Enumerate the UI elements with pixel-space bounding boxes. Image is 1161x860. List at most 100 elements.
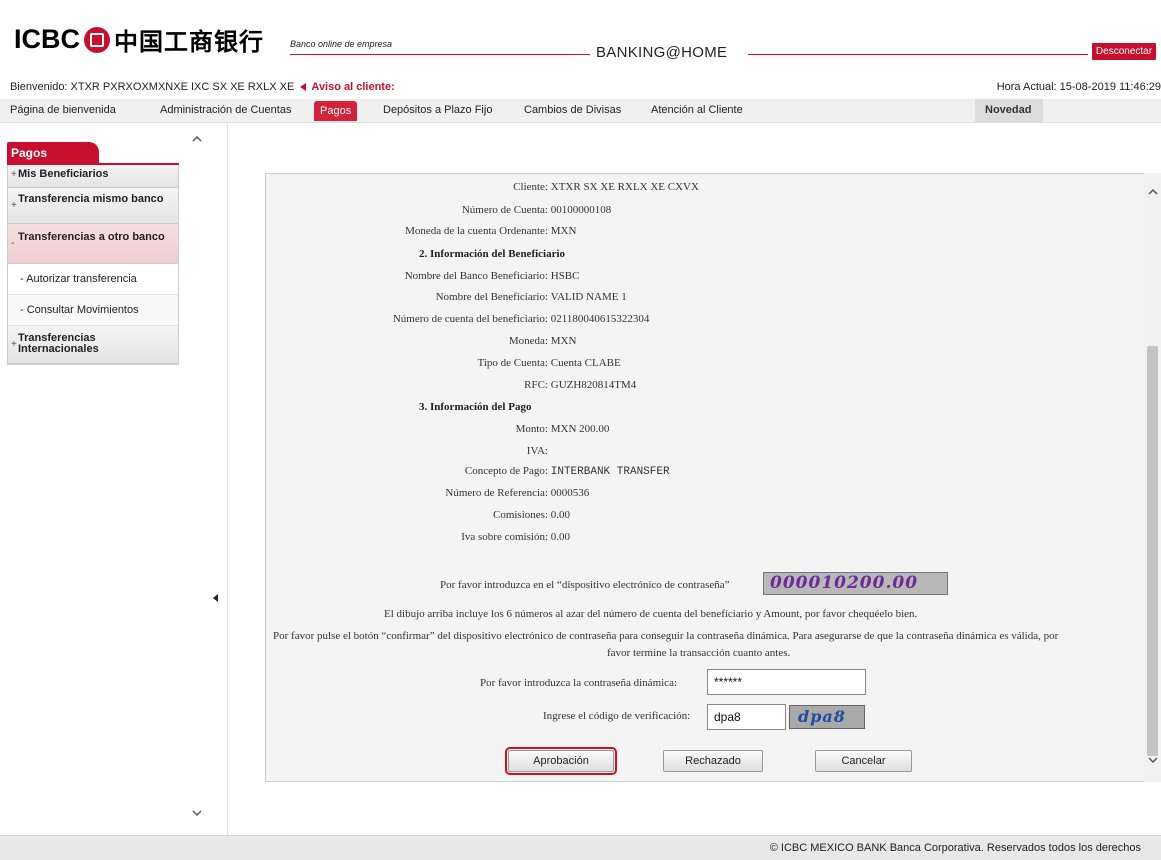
notice-link[interactable]: Aviso al cliente: (311, 81, 394, 93)
field-iva-commission: Iva sobre comisión: 0.00 (280, 531, 570, 543)
welcome-text: Bienvenido: XTXR PXRXOXMXNXE IXC SX XE R… (10, 81, 295, 93)
field-value: MXN 200.00 (550, 423, 610, 435)
field-rfc: RFC: GUZH820814TM4 (280, 379, 636, 391)
field-client: Cliente: XTXR SX XE RXLX XE CXVX (280, 181, 699, 193)
sidebar-menu: + Mis Beneficiarios + Transferencia mism… (7, 165, 179, 365)
sidebar-title: Pagos (7, 142, 99, 163)
nav-item-pagos[interactable]: Pagos (314, 101, 358, 121)
footer: © ICBC MEXICO BANK Banca Corporativa. Re… (0, 835, 1161, 860)
nav-item-welcome[interactable]: Página de bienvenida (10, 104, 116, 116)
field-value: HSBC (550, 270, 580, 282)
field-value: VALID NAME 1 (550, 291, 627, 303)
app-window: { "header": { "logo_text": "ICBC", "logo… (0, 0, 1161, 860)
field-label: Cliente: (513, 181, 548, 193)
sidebar-subitem-movements[interactable]: - Consultar Movimientos (8, 295, 178, 326)
field-label: IVA: (526, 445, 548, 457)
field-iva: IVA: (280, 445, 548, 457)
sidebar-subitem-label: Autorizar transferencia (26, 273, 137, 285)
field-label: Número de Referencia: (445, 487, 548, 499)
sidebar-item-same-bank[interactable]: + Transferencia mismo banco (8, 188, 178, 224)
field-beneficiary-account: Número de cuenta del beneficiario: 02118… (280, 313, 650, 325)
note-finish-soon: favor termine la transacción cuanto ante… (607, 647, 791, 659)
verification-code-label: Ingrese el código de verificación: (543, 710, 691, 722)
device-prompt: Por favor introduzca en el “dispositivo … (440, 579, 730, 591)
device-code-image: 000010200.00 (763, 572, 948, 595)
reject-button[interactable]: Rechazado (663, 750, 763, 772)
field-currency: Moneda de la cuenta Ordenante: MXN (280, 225, 576, 237)
notice-arrow-icon (300, 83, 307, 92)
tagline: Banco online de empresa (290, 39, 393, 49)
dynamic-password-input[interactable]: ****** (707, 669, 866, 695)
field-label: Concepto de Pago: (464, 465, 548, 477)
field-value: Cuenta CLABE (550, 357, 621, 369)
field-label: Moneda: (508, 335, 548, 347)
sidebar-item-label: Transferencias a otro banco (18, 231, 165, 243)
nav-item-support[interactable]: Atención al Cliente (651, 104, 743, 116)
sidebar-item-label: Transferencia mismo banco (18, 193, 164, 205)
field-value: 0.00 (550, 531, 570, 543)
copyright-text: © ICBC MEXICO BANK Banca Corporativa. Re… (769, 842, 1141, 854)
logout-button[interactable]: Desconectar (1092, 43, 1156, 60)
field-concept: Concepto de Pago: INTERBANK TRANSFER (280, 465, 670, 478)
field-value: 00100000108 (550, 204, 612, 216)
field-value: MXN (550, 225, 577, 237)
sub-marker: - (20, 273, 24, 285)
field-reference: Número de Referencia: 0000536 (280, 487, 589, 499)
expand-marker: + (11, 200, 17, 211)
sidebar-item-other-bank[interactable]: - Transferencias a otro banco (8, 224, 178, 264)
current-time: Hora Actual: 15-08-2019 11:46:29 (996, 81, 1161, 93)
expand-marker: + (11, 339, 17, 350)
cancel-button[interactable]: Cancelar (815, 750, 912, 772)
expand-marker: + (11, 169, 17, 180)
section-beneficiary: 2. Información del Beneficiario (419, 248, 566, 260)
field-label: RFC: (524, 379, 548, 391)
field-label: Iva sobre comisión: (461, 531, 548, 543)
note-confirm-device: Por favor pulse el botón “confirmar” del… (273, 630, 1059, 642)
nav-item-deposits[interactable]: Depósitos a Plazo Fijo (383, 104, 492, 116)
sidebar-item-international[interactable]: + Transferencias Internacionales (8, 326, 178, 364)
banking-title: BANKING@HOME (596, 44, 728, 61)
device-code-text: 000010200.00 (770, 573, 919, 593)
header: ICBC 中国工商银行 Banco online de empresa BANK… (0, 0, 1161, 78)
logo-text: ICBC (14, 24, 80, 54)
field-account: Número de Cuenta: 00100000108 (280, 204, 611, 216)
field-beneficiary-name: Nombre del Beneficiario: VALID NAME 1 (280, 291, 627, 303)
sub-marker: - (20, 304, 24, 316)
field-value: MXN (550, 335, 577, 347)
field-label: Número de cuenta del beneficiario: (392, 313, 548, 325)
field-label: Tipo de Cuenta: (477, 357, 549, 369)
sidebar-item-label: Mis Beneficiarios (18, 168, 109, 180)
note-random-digits: El dibujo arriba incluye los 6 números a… (384, 608, 918, 620)
header-divider-right (748, 54, 1088, 55)
sidebar-item-label: Transferencias Internacionales (18, 332, 99, 355)
scroll-up-icon[interactable] (1148, 187, 1158, 197)
sidebar-item-beneficiarios[interactable]: + Mis Beneficiarios (8, 165, 178, 188)
sidebar-collapse-icon[interactable] (213, 594, 218, 602)
field-value: 021180040615322304 (550, 313, 650, 325)
field-value: INTERBANK TRANSFER (550, 466, 670, 478)
sidebar-subitem-authorize[interactable]: - Autorizar transferencia (8, 264, 178, 295)
field-value: GUZH820814TM4 (550, 379, 637, 391)
sidebar: Pagos + Mis Beneficiarios + Transferenci… (0, 123, 228, 835)
field-value: XTXR SX XE RXLX XE CXVX (550, 181, 699, 193)
icbc-emblem-icon (84, 26, 110, 53)
scroll-down-icon[interactable] (1148, 755, 1158, 765)
field-label: Nombre del Beneficiario: (435, 291, 548, 303)
field-bank: Nombre del Banco Beneficiario: HSBC (280, 270, 580, 282)
field-account-type: Tipo de Cuenta: Cuenta CLABE (280, 357, 621, 369)
field-commissions: Comisiones: 0.00 (280, 509, 570, 521)
sidebar-scroll-down-icon[interactable] (192, 808, 202, 818)
nav-item-accounts[interactable]: Administración de Cuentas (160, 104, 291, 116)
nav-item-fx[interactable]: Cambios de Divisas (524, 104, 621, 116)
news-tab[interactable]: Novedad (975, 99, 1043, 123)
sidebar-subitem-label: Consultar Movimientos (26, 304, 139, 316)
dynamic-password-label: Por favor introduzca la contraseña dinám… (480, 677, 678, 689)
verification-code-input[interactable]: dpa8 (707, 704, 786, 730)
field-label: Nombre del Banco Beneficiario: (404, 270, 548, 282)
scrollbar-thumb[interactable] (1147, 346, 1158, 756)
main-nav: Página de bienvenida Administración de C… (0, 99, 1161, 123)
sidebar-scroll-up-icon[interactable] (192, 134, 202, 144)
verification-captcha-image[interactable]: dpa8 (789, 705, 865, 729)
field-label: Monto: (515, 423, 548, 435)
approve-button[interactable]: Aprobación (505, 747, 617, 775)
